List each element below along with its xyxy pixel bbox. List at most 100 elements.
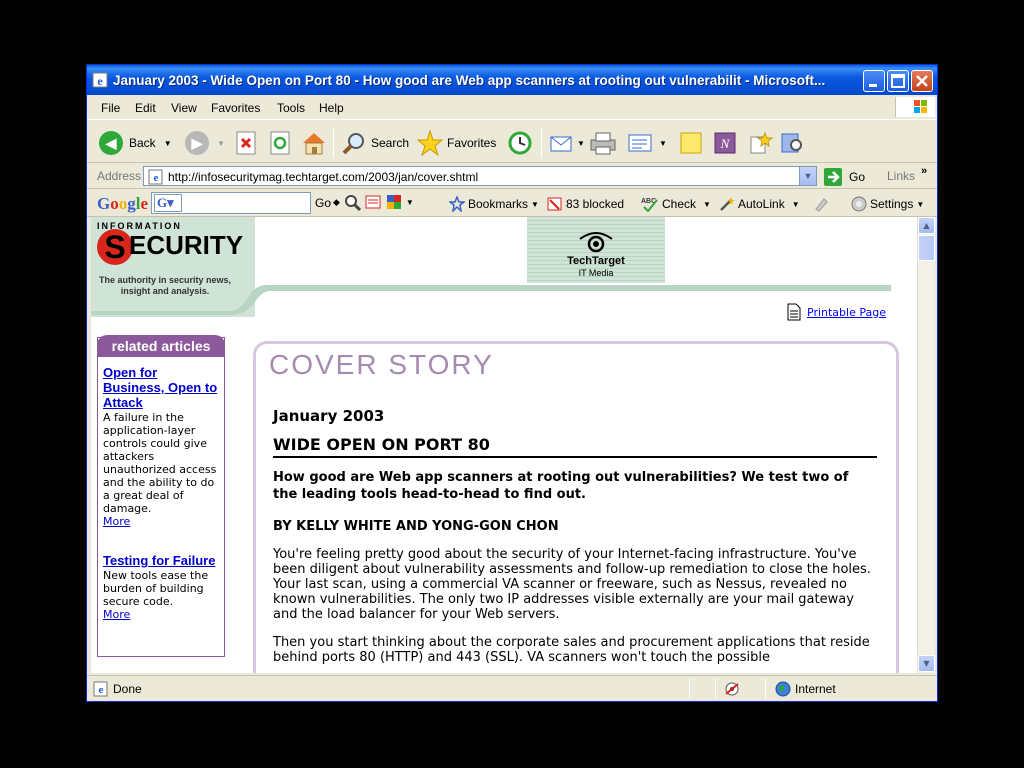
related-article-desc: New tools ease the burden of building se… <box>103 569 209 608</box>
zone-label: Internet <box>795 682 836 696</box>
settings-dropdown-icon: ▼ <box>916 199 925 209</box>
edit-dropdown-icon[interactable]: ▼ <box>659 139 667 148</box>
svg-text:e: e <box>97 74 103 88</box>
notes-button[interactable] <box>679 130 703 156</box>
favorites-button[interactable]: Favorites <box>417 130 496 156</box>
article-subtitle: How good are Web app scanners at rooting… <box>273 470 849 502</box>
address-input[interactable]: e http://infosecuritymag.techtarget.com/… <box>143 166 817 186</box>
back-arrow-icon: ◀ <box>99 131 123 155</box>
search-web-icon[interactable] <box>343 193 361 211</box>
standard-toolbar: ◀ Back ▼ ▶ ▼ Search Favorites ▼ ▼ N <box>87 119 937 163</box>
privacy-status[interactable] <box>723 680 741 698</box>
blocked-count: 83 blocked <box>566 197 625 211</box>
document-icon <box>787 303 801 321</box>
page-content: INFORMATION S ECURITY The authority in se… <box>91 217 917 673</box>
menu-help[interactable]: Help <box>319 101 344 115</box>
maximize-button[interactable] <box>887 70 909 92</box>
menu-tools[interactable]: Tools <box>277 101 305 115</box>
puzzle-dropdown-icon[interactable]: ▼ <box>406 198 414 207</box>
related-article-desc: A failure in the application-layer contr… <box>103 411 217 515</box>
mail-dropdown-icon[interactable]: ▼ <box>577 139 585 148</box>
links-button[interactable]: Links <box>887 169 915 183</box>
menu-view[interactable]: View <box>171 101 197 115</box>
article-byline: BY KELLY WHITE AND YONG-GON CHON <box>273 519 559 534</box>
messenger-star-icon <box>750 131 773 154</box>
minimize-button[interactable] <box>863 70 885 92</box>
popup-blocker-button[interactable]: 83 blocked <box>547 196 624 212</box>
autofill-button[interactable] <box>813 196 829 212</box>
bookmarks-label: Bookmarks <box>468 197 529 211</box>
history-button[interactable] <box>507 130 533 156</box>
google-settings-button[interactable]: Settings ▼ <box>851 196 924 212</box>
printable-page-label[interactable]: Printable Page <box>807 306 886 319</box>
forward-button[interactable]: ▶ ▼ <box>185 130 225 156</box>
refresh-button[interactable] <box>269 130 291 156</box>
address-dropdown-icon[interactable]: ▼ <box>799 167 816 185</box>
address-bar: Address e http://infosecuritymag.techtar… <box>87 163 937 189</box>
mail-button[interactable]: ▼ <box>549 130 585 156</box>
puzzle-icon[interactable] <box>385 193 403 211</box>
menu-favorites[interactable]: Favorites <box>211 101 260 115</box>
scroll-down-icon[interactable]: ▼ <box>918 655 935 672</box>
svg-text:e: e <box>99 684 104 696</box>
autolink-label: AutoLink <box>738 197 785 211</box>
google-tools-group: ◆ ▼ <box>333 193 414 211</box>
edit-button[interactable]: ▼ <box>627 130 667 156</box>
messenger-button[interactable] <box>747 130 773 156</box>
autolink-button[interactable]: AutoLink ▼ <box>719 196 800 212</box>
vertical-scrollbar[interactable]: ▲ ▼ <box>917 217 935 673</box>
related-article-title-link[interactable]: Testing for Failure <box>103 553 219 568</box>
research-button[interactable] <box>779 130 805 156</box>
scroll-up-icon[interactable]: ▲ <box>918 217 935 234</box>
scroll-thumb[interactable] <box>918 235 935 261</box>
article-paragraph: You're feeling pretty good about the sec… <box>273 547 871 622</box>
search-label: Search <box>371 136 410 150</box>
chevron-right-icon[interactable]: » <box>921 165 927 177</box>
privacy-eye-blocked-icon <box>725 682 739 696</box>
google-arrows-icon[interactable]: ◆ <box>333 197 340 208</box>
search-button[interactable]: Search <box>341 130 409 156</box>
related-article-item: Open for Business, Open to Attack A fail… <box>103 365 219 528</box>
google-go-button[interactable]: Go <box>315 196 331 210</box>
status-done: e Done <box>93 680 142 698</box>
windows-flag-icon <box>914 100 927 113</box>
maximize-icon <box>891 74 905 88</box>
go-button[interactable]: Go <box>823 167 865 187</box>
menu-file[interactable]: File <box>101 101 120 115</box>
status-bar: e Done Internet <box>87 675 937 701</box>
printable-page-link[interactable]: Printable Page <box>787 303 886 321</box>
bookmarks-dropdown-icon: ▼ <box>531 199 539 209</box>
sticky-note-icon <box>680 132 702 154</box>
related-articles-heading: related articles <box>97 335 225 357</box>
techtarget-name: TechTarget <box>567 255 625 267</box>
status-divider <box>765 679 766 699</box>
close-icon <box>916 75 928 87</box>
news-icon[interactable] <box>364 193 382 211</box>
spellcheck-button[interactable]: ABC Check ▼ <box>641 196 711 212</box>
stop-button[interactable] <box>235 130 257 156</box>
google-search-input[interactable]: G▾ <box>151 192 311 214</box>
back-button[interactable]: ◀ Back ▼ <box>99 130 172 156</box>
home-button[interactable] <box>301 130 327 156</box>
home-icon <box>303 133 325 155</box>
techtarget-logo[interactable]: TechTarget IT Media <box>527 217 665 283</box>
menu-edit[interactable]: Edit <box>135 101 156 115</box>
status-divider <box>689 679 690 699</box>
back-dropdown-icon[interactable]: ▼ <box>164 139 172 148</box>
page-done-icon: e <box>93 681 108 697</box>
bookmarks-button[interactable]: Bookmarks ▼ <box>449 196 539 212</box>
autolink-dropdown-icon: ▼ <box>791 199 800 209</box>
print-button[interactable] <box>589 130 617 156</box>
related-article-more-link[interactable]: More <box>103 608 219 621</box>
close-button[interactable] <box>911 70 933 92</box>
related-article-title-link[interactable]: Open for Business, Open to Attack <box>103 365 219 410</box>
techtarget-sub: IT Media <box>578 268 614 278</box>
related-article-more-link[interactable]: More <box>103 515 219 528</box>
onenote-button[interactable]: N <box>713 130 737 156</box>
svg-text:e: e <box>154 172 159 184</box>
google-g-dropdown-icon[interactable]: G▾ <box>154 194 182 212</box>
forward-dropdown-icon[interactable]: ▼ <box>217 139 225 148</box>
security-zone[interactable]: Internet <box>775 680 836 698</box>
title-bar[interactable]: e January 2003 - Wide Open on Port 80 - … <box>87 65 937 95</box>
logo-s-letter: S <box>97 229 133 265</box>
